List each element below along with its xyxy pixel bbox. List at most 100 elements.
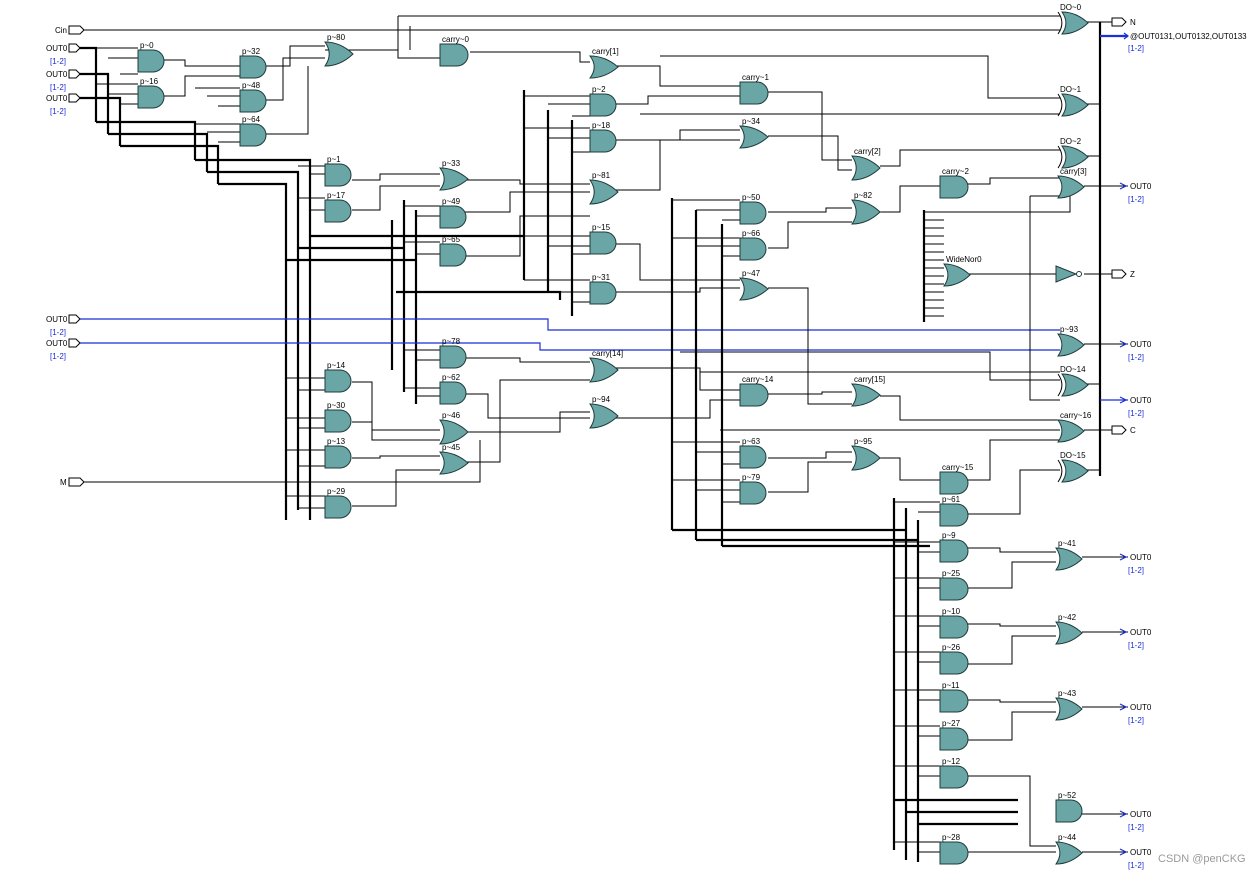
input-port-m xyxy=(68,477,85,487)
gate-label-p9: p~9 xyxy=(942,531,956,540)
gate-label-p17: p~17 xyxy=(327,191,346,200)
gate-label-carry1: carry~1 xyxy=(742,73,769,82)
gate-p48 xyxy=(239,89,267,113)
gate-p82 xyxy=(851,199,881,225)
gate-p26 xyxy=(939,651,969,675)
input-port-out0-4 xyxy=(68,314,81,324)
gate-label-carry0: carry~0 xyxy=(442,35,469,44)
output-label-out0-7: OUT0 xyxy=(1130,810,1152,819)
gate-label-p52: p~52 xyxy=(1058,791,1077,800)
gate-p14 xyxy=(324,369,352,393)
gate-p25 xyxy=(939,577,969,601)
output-range-7: [1-2] xyxy=(1128,823,1144,832)
gate-p0 xyxy=(137,49,165,73)
gate-do0 xyxy=(1061,11,1089,35)
gate-label-p62: p~62 xyxy=(442,373,461,382)
gate-label-p2: p~2 xyxy=(592,85,606,94)
gate-p1 xyxy=(324,163,352,187)
gate-label-do14: DO~14 xyxy=(1060,365,1086,374)
output-label-n: N xyxy=(1130,18,1136,27)
input-ports: Cin OUT0 [1-2] OUT0 [1-2] OUT0 [1-2] OUT… xyxy=(46,25,85,487)
gate-p10 xyxy=(939,615,969,639)
input-label-out0-2: OUT0 xyxy=(46,70,68,79)
gate-label-widenor: WideNor0 xyxy=(946,255,982,264)
input-port-out0-2 xyxy=(68,69,81,79)
gate-label-p27: p~27 xyxy=(942,719,961,728)
gate-label-p44: p~44 xyxy=(1058,833,1077,842)
input-port-cin xyxy=(68,25,85,35)
gate-p15 xyxy=(589,231,617,255)
output-range-6: [1-2] xyxy=(1128,716,1144,725)
output-label-out0-1: OUT0 xyxy=(1130,182,1152,191)
gate-p95 xyxy=(851,445,881,471)
output-port-z xyxy=(1111,269,1127,279)
gate-label-p30: p~30 xyxy=(327,401,346,410)
input-range-2: [1-2] xyxy=(50,83,66,92)
gate-do15 xyxy=(1061,459,1089,483)
gate-p52 xyxy=(1055,799,1083,823)
gate-label-carry14: carry~14 xyxy=(742,375,774,384)
gate-label-p32: p~32 xyxy=(242,47,261,56)
input-port-out0-3 xyxy=(68,93,81,103)
input-label-out0-1: OUT0 xyxy=(46,44,68,53)
gate-do14 xyxy=(1061,373,1089,397)
xor-arc-do0 xyxy=(1057,11,1063,35)
gate-p63 xyxy=(739,445,767,469)
gate-p34 xyxy=(738,125,769,149)
gate-do2 xyxy=(1061,145,1089,169)
gate-p78 xyxy=(439,345,467,369)
input-range-4: [1-2] xyxy=(50,328,66,337)
output-label-z: Z xyxy=(1130,270,1135,279)
gate-p12 xyxy=(939,765,969,789)
gate-p61 xyxy=(939,503,969,527)
gate-do1 xyxy=(1061,93,1089,117)
gate-label-p11: p~11 xyxy=(942,681,960,690)
output-label-n-detail: @OUT0131,OUT0132,OUT0133 xyxy=(1130,32,1247,41)
output-label-out0-6: OUT0 xyxy=(1130,703,1152,712)
gate-label-p94: p~94 xyxy=(592,395,611,404)
gate-label-p18: p~18 xyxy=(592,121,611,130)
output-port-c xyxy=(1111,425,1127,435)
gate-label-p41: p~41 xyxy=(1058,539,1077,548)
output-label-out0-8: OUT0 xyxy=(1130,848,1152,857)
gate-carry1b xyxy=(588,55,619,79)
gate-label-p34: p~34 xyxy=(742,117,761,126)
gate-label-p0: p~0 xyxy=(140,41,154,50)
gate-p9 xyxy=(939,539,969,563)
output-range-4: [1-2] xyxy=(1128,566,1144,575)
output-label-out0-3: OUT0 xyxy=(1130,396,1152,405)
gate-label-p65: p~65 xyxy=(442,235,461,244)
xor-arc-do2 xyxy=(1057,145,1063,169)
output-label-c: C xyxy=(1130,426,1136,435)
gate-label-p47: p~47 xyxy=(742,269,761,278)
output-port-n xyxy=(1111,17,1127,27)
input-range-5: [1-2] xyxy=(50,352,66,361)
gate-widenor xyxy=(943,263,971,287)
gate-label-p46: p~46 xyxy=(442,411,461,420)
gate-p45 xyxy=(438,451,469,475)
gate-label-carry15: carry~15 xyxy=(942,463,974,472)
gate-label-p80: p~80 xyxy=(327,33,346,42)
input-label-out0-4: OUT0 xyxy=(46,315,68,324)
output-range-3: [1-2] xyxy=(1128,409,1144,418)
gate-p94 xyxy=(589,403,619,429)
output-range-1: [1-2] xyxy=(1128,195,1144,204)
gate-p62 xyxy=(439,381,467,405)
gate-p81 xyxy=(589,179,619,205)
gate-label-do0: DO~0 xyxy=(1060,3,1082,12)
gate-p27 xyxy=(939,727,969,751)
output-range-5: [1-2] xyxy=(1128,641,1144,650)
xor-arc-do15 xyxy=(1057,459,1063,483)
gate-carry2 xyxy=(939,175,969,199)
gate-p33 xyxy=(438,167,469,191)
gate-label-p61: p~61 xyxy=(942,495,961,504)
gate-label-p13: p~13 xyxy=(327,437,346,446)
gate-carry14b xyxy=(589,357,619,383)
gate-label-p82: p~82 xyxy=(854,191,873,200)
gate-label-p16: p~16 xyxy=(140,77,159,86)
gate-label-p25: p~25 xyxy=(942,569,961,578)
input-port-out0-5 xyxy=(68,338,81,348)
gate-label-p12: p~12 xyxy=(942,757,961,766)
z-not-gate xyxy=(1055,265,1082,283)
logic-gates xyxy=(137,11,1089,865)
